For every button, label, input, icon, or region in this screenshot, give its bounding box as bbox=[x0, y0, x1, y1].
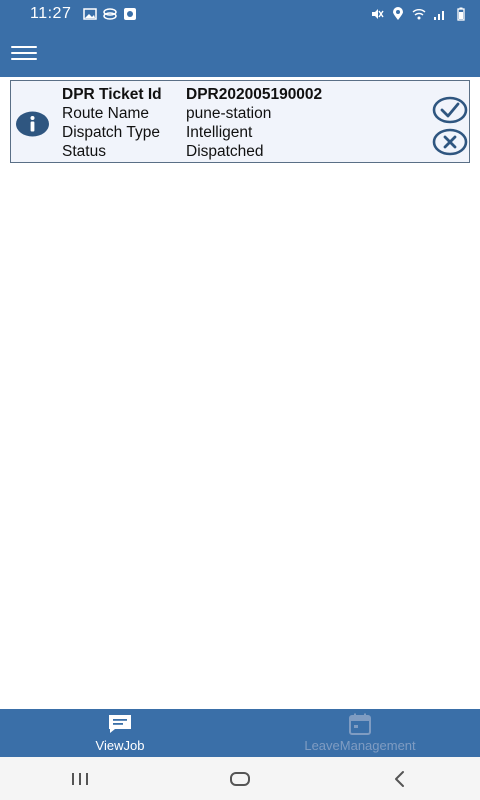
menu-line bbox=[11, 57, 37, 60]
recents-button[interactable] bbox=[60, 764, 100, 794]
app-bar bbox=[0, 28, 480, 77]
home-button[interactable] bbox=[220, 764, 260, 794]
bottom-navigation: ViewJob LeaveManagement bbox=[0, 709, 480, 757]
status-bar: 11:27 bbox=[0, 0, 480, 28]
ticket-fields: DPR Ticket Id DPR202005190002 Route Name… bbox=[62, 85, 322, 161]
menu-line bbox=[11, 51, 37, 54]
home-icon bbox=[230, 771, 250, 786]
reject-close-icon[interactable] bbox=[432, 128, 468, 156]
mute-icon bbox=[372, 9, 384, 19]
status-icons-right bbox=[370, 7, 468, 21]
dispatch-label: Dispatch Type bbox=[62, 123, 160, 141]
battery-icon bbox=[457, 7, 465, 21]
signal-icon bbox=[434, 11, 444, 20]
status-label: Status bbox=[62, 142, 106, 160]
message-icon bbox=[109, 715, 131, 733]
hamburger-menu-icon[interactable] bbox=[11, 43, 37, 63]
route-value: pune-station bbox=[186, 104, 272, 122]
route-row: Route Name pune-station bbox=[62, 104, 322, 123]
nav-label-viewjob: ViewJob bbox=[95, 738, 145, 753]
menu-line bbox=[11, 45, 37, 48]
image-icon bbox=[83, 8, 98, 20]
nav-item-leavemanagement[interactable]: LeaveManagement bbox=[240, 709, 480, 757]
status-time: 11:27 bbox=[30, 5, 72, 22]
back-button[interactable] bbox=[380, 764, 420, 794]
wifi-icon bbox=[412, 9, 426, 20]
notification-icon bbox=[124, 8, 137, 20]
ticket-card[interactable]: DPR Ticket Id DPR202005190002 Route Name… bbox=[10, 80, 470, 163]
dispatch-value: Intelligent bbox=[186, 123, 253, 141]
recents-icon bbox=[72, 772, 88, 785]
layers-icon bbox=[103, 8, 118, 20]
status-row: Status Dispatched bbox=[62, 142, 322, 161]
route-label: Route Name bbox=[62, 104, 150, 122]
info-icon[interactable] bbox=[15, 110, 50, 138]
ticket-id-value: DPR202005190002 bbox=[186, 85, 323, 103]
status-icons-left bbox=[83, 7, 137, 21]
nav-item-viewjob[interactable]: ViewJob bbox=[0, 709, 240, 757]
status-value: Dispatched bbox=[186, 142, 264, 160]
ticket-id-label: DPR Ticket Id bbox=[62, 85, 162, 103]
accept-check-icon[interactable] bbox=[432, 96, 468, 124]
nav-label-leavemanagement: LeaveManagement bbox=[304, 738, 416, 753]
back-icon bbox=[395, 770, 404, 787]
location-icon bbox=[393, 7, 403, 20]
calendar-icon bbox=[349, 713, 371, 735]
system-navigation-bar bbox=[0, 757, 480, 800]
dispatch-row: Dispatch Type Intelligent bbox=[62, 123, 322, 142]
ticket-id-row: DPR Ticket Id DPR202005190002 bbox=[62, 85, 322, 104]
